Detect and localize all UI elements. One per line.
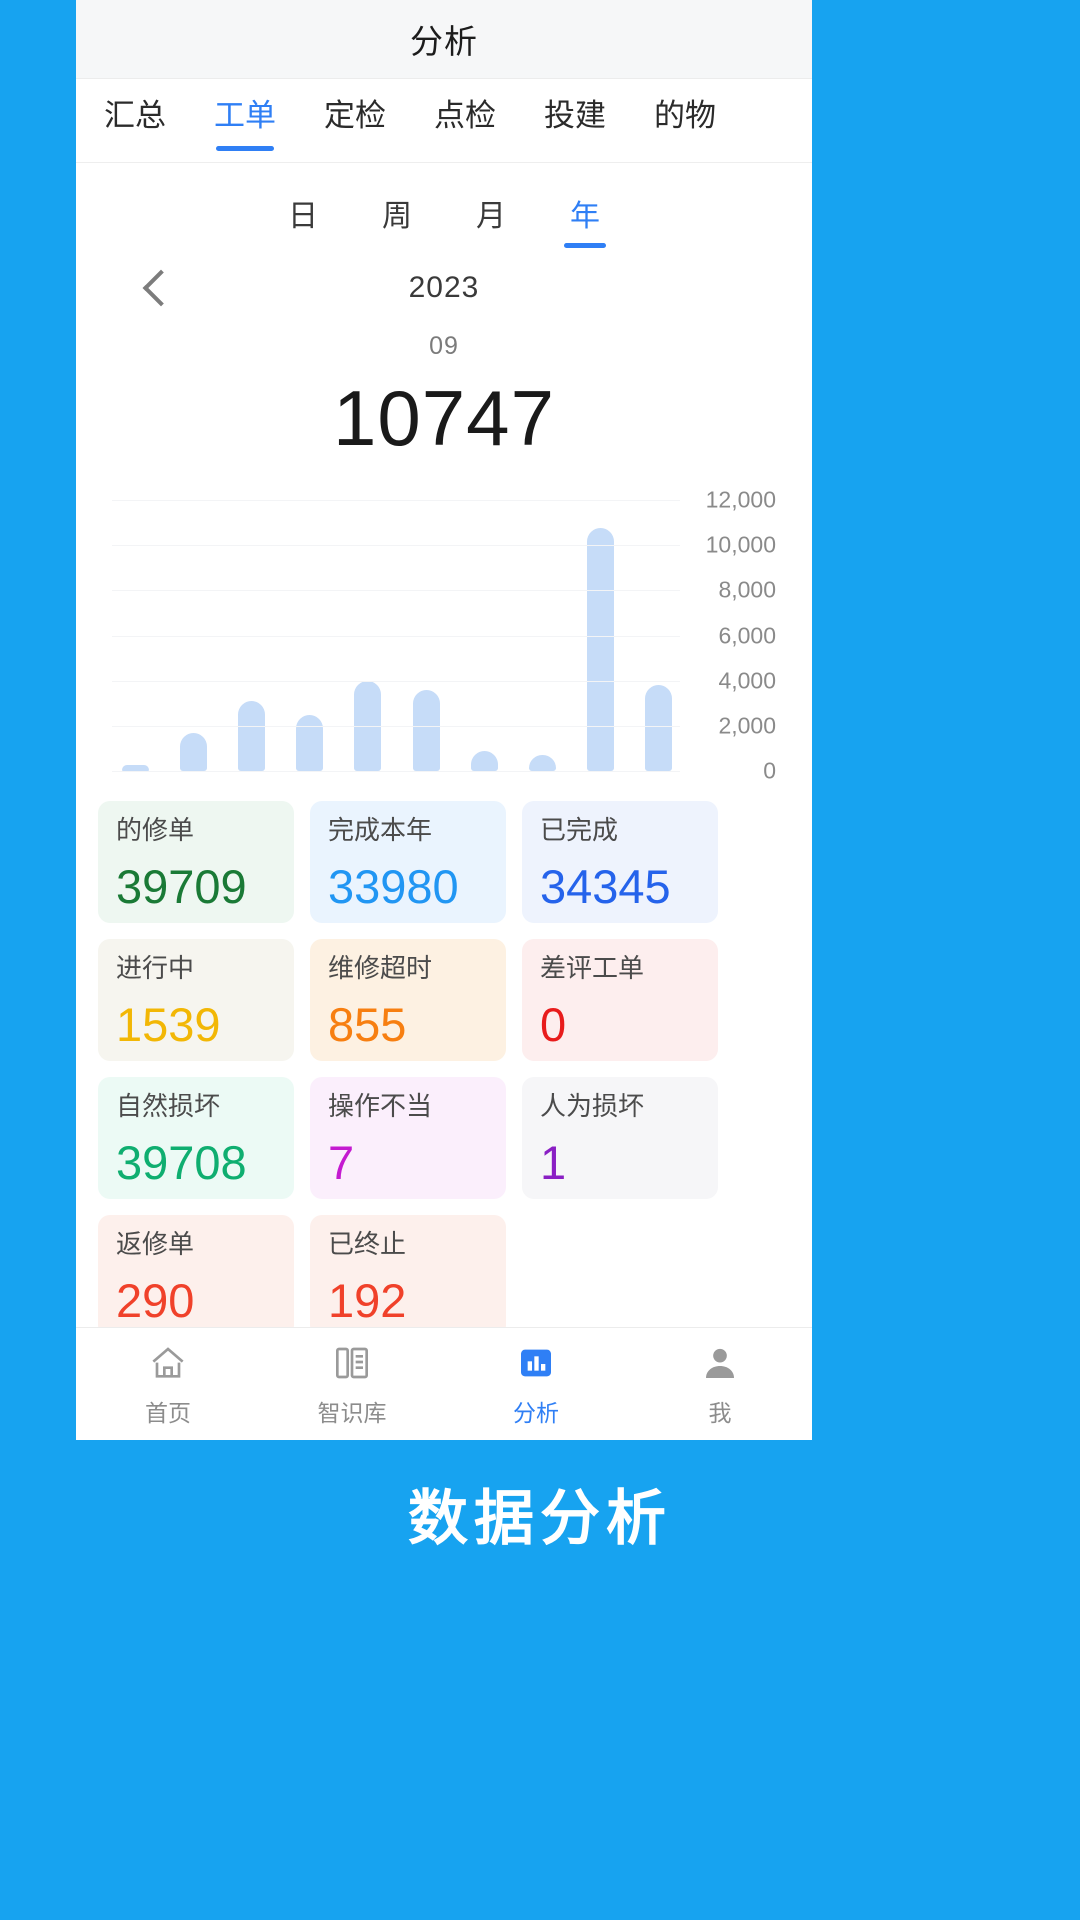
book-icon xyxy=(332,1341,372,1385)
screen-root: 分析 汇总 工单 定检 点检 投建 的物 日周月年 2023 09 10747 12,00… xyxy=(0,0,1080,1920)
stat-card[interactable]: 的修单 39709 xyxy=(98,801,294,923)
home-icon xyxy=(148,1341,188,1385)
grid-line xyxy=(112,680,680,682)
grid-line xyxy=(112,590,680,592)
tab-3[interactable]: 点检 xyxy=(434,90,496,151)
date-year-label: 2023 xyxy=(408,271,480,304)
stat-card[interactable]: 已完成 34345 xyxy=(522,801,718,923)
date-navigator[interactable]: 2023 xyxy=(76,258,812,318)
period-0[interactable]: 日 xyxy=(288,191,318,248)
page-title: 分析 xyxy=(410,23,478,60)
nav-item-label: 智识库 xyxy=(317,1399,387,1426)
chevron-left-icon[interactable] xyxy=(142,269,180,307)
tab-1[interactable]: 工单 xyxy=(214,90,276,151)
nav-item-label: 首页 xyxy=(145,1399,191,1426)
y-axis-tick-label: 8,000 xyxy=(718,576,776,603)
y-axis-tick-label: 10,000 xyxy=(705,531,776,558)
chart-bar xyxy=(644,685,672,771)
phone-screen: 分析 汇总 工单 定检 点检 投建 的物 日周月年 2023 09 10747 12,00… xyxy=(76,0,812,1440)
stat-card-value: 290 xyxy=(116,1274,195,1327)
grid-line xyxy=(112,500,680,501)
y-axis-tick-label: 0 xyxy=(763,757,776,784)
chart-bar xyxy=(412,689,440,771)
y-axis-tick-label: 12,000 xyxy=(705,486,776,513)
stat-card-value: 39708 xyxy=(116,1136,247,1189)
nav-item-我[interactable]: 我 xyxy=(628,1341,812,1428)
grid-line xyxy=(112,771,680,772)
promo-caption: 数据分析 xyxy=(408,1485,672,1552)
nav-item-label: 我 xyxy=(708,1399,732,1426)
stat-card-label: 的修单 xyxy=(116,815,195,845)
stat-card-label: 自然损坏 xyxy=(116,1091,221,1121)
workorder-bar-chart: 12,000 10,000 8,000 6,000 4,000 2,000 0 xyxy=(76,486,812,785)
stat-card-label: 维修超时 xyxy=(328,953,433,983)
chart-y-axis: 12,000 10,000 8,000 6,000 4,000 2,000 0 xyxy=(678,486,798,785)
stat-card-label: 返修单 xyxy=(116,1229,195,1259)
period-3[interactable]: 年 xyxy=(564,191,606,248)
bottom-navigation[interactable]: 首页 智识库 分析 我 xyxy=(76,1327,812,1440)
stat-card[interactable]: 维修超时 855 xyxy=(310,939,506,1061)
stat-card-grid: 的修单 39709 完成本年 33980 已完成 34345 进行中 1539 维修超时 855 差… xyxy=(76,785,812,1337)
tab-4[interactable]: 投建 xyxy=(544,90,606,151)
stat-card-value: 1539 xyxy=(116,998,221,1051)
stat-card[interactable]: 返修单 290 xyxy=(98,1215,294,1337)
stat-card-value: 855 xyxy=(328,998,407,1051)
stat-card-value: 34345 xyxy=(540,860,671,913)
period-2[interactable]: 月 xyxy=(476,191,506,248)
tab-5[interactable]: 的物 xyxy=(654,90,716,151)
tab-0[interactable]: 汇总 xyxy=(104,90,166,151)
stat-card[interactable]: 操作不当 7 xyxy=(310,1077,506,1199)
stat-card[interactable]: 已终止 192 xyxy=(310,1215,506,1337)
stat-card-value: 7 xyxy=(328,1136,355,1189)
chart-plot-area xyxy=(112,500,680,772)
bar-chart-icon xyxy=(516,1341,556,1385)
y-axis-tick-label: 2,000 xyxy=(718,712,776,739)
stat-card-label: 人为损坏 xyxy=(540,1091,645,1121)
total-value: 10747 xyxy=(333,374,555,462)
category-tab-bar[interactable]: 汇总 工单 定检 点检 投建 的物 xyxy=(76,79,812,163)
stat-card-label: 差评工单 xyxy=(540,953,645,983)
chart-bar xyxy=(586,528,614,771)
y-axis-tick-label: 6,000 xyxy=(718,622,776,648)
stat-card-label: 完成本年 xyxy=(328,815,433,845)
nav-item-智识库[interactable]: 智识库 xyxy=(260,1341,444,1428)
stat-card-label: 已完成 xyxy=(540,815,619,845)
stat-card[interactable]: 完成本年 33980 xyxy=(310,801,506,923)
stat-card[interactable]: 人为损坏 1 xyxy=(522,1077,718,1199)
stat-card-label: 操作不当 xyxy=(328,1091,433,1121)
chart-bar xyxy=(180,732,208,771)
stat-card-label: 已终止 xyxy=(328,1229,407,1259)
stat-card-value: 39709 xyxy=(116,860,247,913)
tab-2[interactable]: 定检 xyxy=(324,90,386,151)
grid-line xyxy=(112,635,680,637)
y-axis-tick-label: 4,000 xyxy=(718,667,776,694)
chart-bar xyxy=(470,750,498,771)
grid-line xyxy=(112,725,680,727)
grid-line xyxy=(112,545,680,547)
nav-item-分析[interactable]: 分析 xyxy=(444,1341,628,1428)
stat-card-value: 1 xyxy=(540,1136,567,1189)
chart-bar xyxy=(238,701,266,771)
stat-card-value: 33980 xyxy=(328,860,459,913)
stat-card-value: 192 xyxy=(328,1274,407,1327)
stat-card-value: 0 xyxy=(540,998,567,1051)
stat-card[interactable]: 自然损坏 39708 xyxy=(98,1077,294,1199)
chart-bar xyxy=(528,755,556,771)
stat-card[interactable]: 进行中 1539 xyxy=(98,939,294,1061)
date-sub-label: 09 xyxy=(429,332,459,360)
period-selector[interactable]: 日周月年 xyxy=(76,163,812,248)
chart-bar xyxy=(296,714,324,771)
period-1[interactable]: 周 xyxy=(382,191,412,248)
nav-item-首页[interactable]: 首页 xyxy=(76,1341,260,1428)
nav-item-label: 分析 xyxy=(513,1399,559,1426)
person-icon xyxy=(700,1341,740,1385)
app-header: 分析 xyxy=(76,0,812,79)
stat-card[interactable]: 差评工单 0 xyxy=(522,939,718,1061)
stat-card-label: 进行中 xyxy=(116,953,195,983)
